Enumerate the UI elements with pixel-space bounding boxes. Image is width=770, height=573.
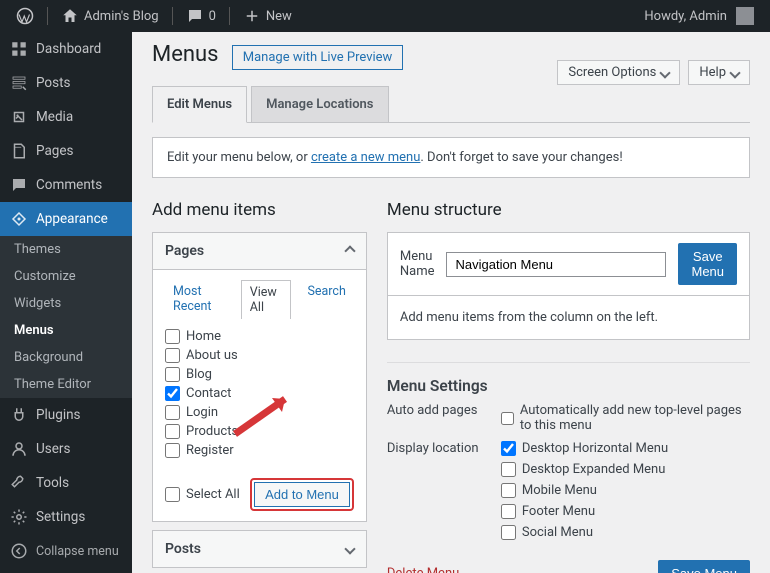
- tools-icon: [10, 474, 28, 492]
- site-link[interactable]: Admin's Blog: [53, 0, 167, 32]
- sidebar-item-pages[interactable]: Pages: [0, 134, 132, 168]
- page-option-login[interactable]: Login: [165, 405, 354, 420]
- auto-add-label: Auto add pages: [387, 403, 483, 433]
- chevron-up-icon: [344, 245, 355, 256]
- add-items-heading: Add menu items: [152, 200, 367, 220]
- live-preview-button[interactable]: Manage with Live Preview: [232, 45, 404, 70]
- tab-manage-locations[interactable]: Manage Locations: [251, 86, 388, 122]
- sidebar-sub-theme-editor[interactable]: Theme Editor: [0, 371, 132, 398]
- chevron-down-icon: [344, 543, 355, 554]
- sidebar-item-tools[interactable]: Tools: [0, 466, 132, 500]
- page-option-register[interactable]: Register: [165, 443, 354, 458]
- posts-icon: [10, 74, 28, 92]
- sidebar-item-appearance[interactable]: Appearance: [0, 202, 132, 236]
- page-option-contact[interactable]: Contact: [165, 386, 354, 401]
- sidebar-item-dashboard[interactable]: Dashboard: [0, 32, 132, 66]
- sidebar-sub-widgets[interactable]: Widgets: [0, 290, 132, 317]
- location-footer-menu[interactable]: Footer Menu: [501, 504, 750, 519]
- delete-menu-link[interactable]: Delete Menu: [387, 566, 459, 573]
- panel-pages-header[interactable]: Pages: [153, 233, 366, 269]
- sidebar-item-media[interactable]: Media: [0, 100, 132, 134]
- save-menu-button-bottom[interactable]: Save Menu: [658, 560, 750, 573]
- page-option-about-us[interactable]: About us: [165, 348, 354, 363]
- account-link[interactable]: Howdy, Admin: [636, 0, 762, 32]
- sidebar-item-users[interactable]: Users: [0, 432, 132, 466]
- comments-link[interactable]: 0: [178, 0, 224, 32]
- admin-toolbar: Admin's Blog 0 New Howdy, Admin: [0, 0, 770, 32]
- select-all[interactable]: Select All: [165, 487, 240, 502]
- create-menu-link[interactable]: create a new menu: [311, 150, 420, 165]
- sidebar-item-plugins[interactable]: Plugins: [0, 398, 132, 432]
- dashboard-icon: [10, 40, 28, 58]
- menu-structure-heading: Menu structure: [387, 200, 750, 220]
- menu-name-row: Menu Name Save Menu: [387, 232, 750, 296]
- page-title: Menus: [152, 42, 219, 67]
- new-link[interactable]: New: [235, 0, 300, 32]
- menu-settings-heading: Menu Settings: [387, 362, 750, 395]
- subtab-viewall[interactable]: View All: [241, 280, 292, 319]
- help-button[interactable]: Help: [688, 60, 750, 85]
- sidebar-item-posts[interactable]: Posts: [0, 66, 132, 100]
- screen-options-button[interactable]: Screen Options: [557, 60, 680, 85]
- page-option-blog[interactable]: Blog: [165, 367, 354, 382]
- sidebar-sub-customize[interactable]: Customize: [0, 263, 132, 290]
- menu-name-input[interactable]: [446, 252, 666, 277]
- admin-sidebar: DashboardPostsMediaPagesCommentsAppearan…: [0, 32, 132, 573]
- tab-edit-menus[interactable]: Edit Menus: [152, 86, 247, 123]
- sidebar-sub-menus[interactable]: Menus: [0, 317, 132, 344]
- structure-hint: Add menu items from the column on the le…: [387, 296, 750, 340]
- display-location-label: Display location: [387, 441, 483, 540]
- location-desktop-horizontal-menu[interactable]: Desktop Horizontal Menu: [501, 441, 750, 456]
- sidebar-sub-themes[interactable]: Themes: [0, 236, 132, 263]
- collapse-menu[interactable]: Collapse menu: [0, 534, 132, 568]
- subtab-recent[interactable]: Most Recent: [165, 280, 233, 319]
- media-icon: [10, 108, 28, 126]
- save-menu-button-top[interactable]: Save Menu: [678, 243, 737, 285]
- subtab-search[interactable]: Search: [299, 280, 353, 319]
- location-social-menu[interactable]: Social Menu: [501, 525, 750, 540]
- wp-logo[interactable]: [8, 0, 42, 32]
- avatar: [736, 7, 754, 25]
- auto-add-option[interactable]: Automatically add new top-level pages to…: [501, 403, 750, 433]
- panel-posts-header[interactable]: Posts: [153, 531, 366, 567]
- menu-name-label: Menu Name: [400, 249, 435, 279]
- page-option-products[interactable]: Products: [165, 424, 354, 439]
- sidebar-item-comments[interactable]: Comments: [0, 168, 132, 202]
- add-to-menu-button[interactable]: Add to Menu: [254, 482, 350, 507]
- sidebar-sub-background[interactable]: Background: [0, 344, 132, 371]
- appearance-icon: [10, 210, 28, 228]
- sidebar-item-settings[interactable]: Settings: [0, 500, 132, 534]
- location-mobile-menu[interactable]: Mobile Menu: [501, 483, 750, 498]
- pages-icon: [10, 142, 28, 160]
- nav-tabs: Edit Menus Manage Locations: [152, 86, 750, 123]
- location-desktop-expanded-menu[interactable]: Desktop Expanded Menu: [501, 462, 750, 477]
- main-content: Screen Options Help Menus Manage with Li…: [132, 32, 770, 573]
- info-banner: Edit your menu below, or create a new me…: [152, 137, 750, 178]
- plugins-icon: [10, 406, 28, 424]
- page-option-home[interactable]: Home: [165, 329, 354, 344]
- panel-pages: Pages Most Recent View All Search Home Ab…: [152, 232, 367, 522]
- settings-icon: [10, 508, 28, 526]
- users-icon: [10, 440, 28, 458]
- comments-icon: [10, 176, 28, 194]
